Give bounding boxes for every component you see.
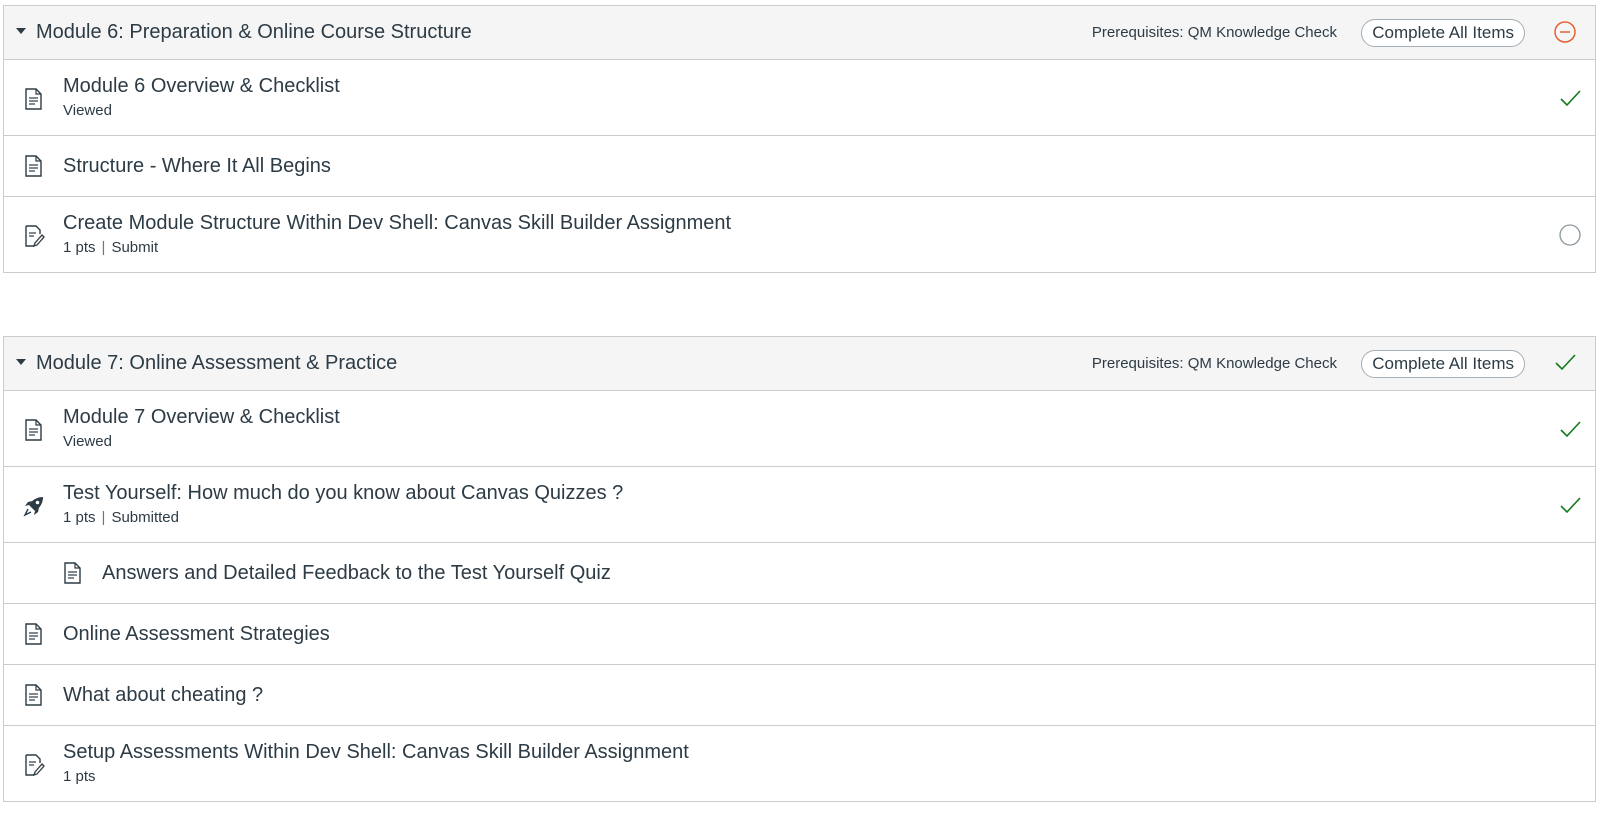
module-item[interactable]: Module 7 Overview & Checklist Viewed <box>4 391 1595 467</box>
meta-separator: | <box>101 239 106 256</box>
module-7: Module 7: Online Assessment & Practice P… <box>3 336 1596 802</box>
item-requirement-status: Viewed <box>63 102 112 119</box>
collapse-caret-icon[interactable] <box>16 28 26 34</box>
module-item[interactable]: Structure - Where It All Begins <box>4 136 1595 197</box>
module-6: Module 6: Preparation & Online Course St… <box>3 5 1596 273</box>
item-title-link[interactable]: Setup Assessments Within Dev Shell: Canv… <box>63 740 689 764</box>
module-item[interactable]: Module 6 Overview & Checklist Viewed <box>4 60 1595 136</box>
requirement-badge: Complete All Items <box>1361 19 1525 47</box>
item-title-link[interactable]: What about cheating ? <box>63 683 263 707</box>
item-points: 1 pts <box>63 768 96 785</box>
item-meta: Viewed <box>63 432 112 452</box>
item-meta: 1 pts | Submitted <box>63 508 179 528</box>
check-icon <box>1557 85 1583 111</box>
module-item[interactable]: Answers and Detailed Feedback to the Tes… <box>4 543 1595 604</box>
module-header[interactable]: Module 7: Online Assessment & Practice P… <box>4 337 1595 391</box>
module-title: Module 7: Online Assessment & Practice <box>36 352 398 374</box>
item-title-link[interactable]: Online Assessment Strategies <box>63 622 330 646</box>
item-points: 1 pts <box>63 239 96 256</box>
assignment-icon <box>23 754 45 776</box>
item-meta: 1 pts | Submit <box>63 238 158 258</box>
module-prerequisites: Prerequisites: QM Knowledge Check <box>1091 24 1337 41</box>
check-icon <box>1553 351 1577 375</box>
requirement-badge: Complete All Items <box>1361 350 1525 378</box>
page-icon <box>23 155 43 177</box>
module-item[interactable]: Test Yourself: How much do you know abou… <box>4 467 1595 543</box>
module-item[interactable]: Online Assessment Strategies <box>4 604 1595 665</box>
module-title: Module 6: Preparation & Online Course St… <box>36 21 472 43</box>
empty-circle-icon <box>1557 222 1583 248</box>
item-requirement-status: Submit <box>111 239 159 256</box>
item-meta: Viewed <box>63 101 112 121</box>
item-title-link[interactable]: Create Module Structure Within Dev Shell… <box>63 211 731 235</box>
item-title-link[interactable]: Module 6 Overview & Checklist <box>63 74 340 98</box>
item-title-link[interactable]: Structure - Where It All Begins <box>63 154 331 178</box>
item-meta: 1 pts <box>63 767 96 787</box>
item-requirement-status: Submitted <box>111 509 179 526</box>
quiz-rocket-icon <box>23 495 43 517</box>
module-header[interactable]: Module 6: Preparation & Online Course St… <box>4 6 1595 60</box>
item-title-link[interactable]: Test Yourself: How much do you know abou… <box>63 481 623 505</box>
page-icon <box>62 562 82 584</box>
page-icon <box>23 419 43 441</box>
page-icon <box>23 623 43 645</box>
item-points: 1 pts <box>63 509 96 526</box>
page-icon <box>23 88 43 110</box>
page-icon <box>23 684 43 706</box>
collapse-caret-icon[interactable] <box>16 359 26 365</box>
check-icon <box>1557 416 1583 442</box>
module-item[interactable]: Setup Assessments Within Dev Shell: Canv… <box>4 726 1595 802</box>
item-requirement-status: Viewed <box>63 433 112 450</box>
module-item[interactable]: Create Module Structure Within Dev Shell… <box>4 197 1595 273</box>
partial-minus-icon <box>1553 20 1577 44</box>
item-title-link[interactable]: Module 7 Overview & Checklist <box>63 405 340 429</box>
meta-separator: | <box>101 509 106 526</box>
check-icon <box>1557 492 1583 518</box>
assignment-icon <box>23 225 45 247</box>
module-item[interactable]: What about cheating ? <box>4 665 1595 726</box>
item-title-link[interactable]: Answers and Detailed Feedback to the Tes… <box>102 561 611 585</box>
module-prerequisites: Prerequisites: QM Knowledge Check <box>1091 355 1337 372</box>
